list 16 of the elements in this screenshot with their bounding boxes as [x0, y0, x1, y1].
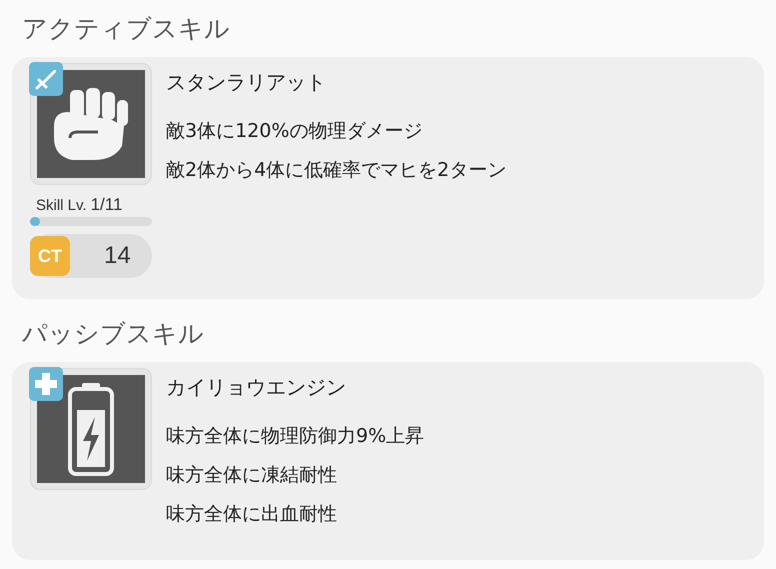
skill-description: 味方全体に物理防御力9%上昇 [166, 424, 424, 449]
skill-description: 敵3体に120%の物理ダメージ [166, 119, 424, 144]
plus-icon [29, 367, 63, 401]
sword-icon [29, 62, 63, 96]
skill-name: カイリョウエンジン [166, 374, 347, 401]
section-title: アクティブスキル [21, 13, 231, 45]
skill-description: 敵2体から4体に低確率でマヒを2ターン [166, 158, 506, 183]
skill-level-label: Skill Lv. [36, 197, 87, 214]
skill-description: 味方全体に凍結耐性 [166, 463, 338, 488]
section-title: パッシブスキル [21, 318, 205, 350]
skill-name: スタンラリアット [166, 69, 327, 96]
skill-level-value: 1/11 [90, 195, 122, 215]
battery-icon [66, 381, 116, 477]
skill-description: 味方全体に出血耐性 [166, 502, 338, 527]
cooldown-value: 14 [104, 242, 131, 270]
cooldown-badge: CT [30, 236, 70, 276]
